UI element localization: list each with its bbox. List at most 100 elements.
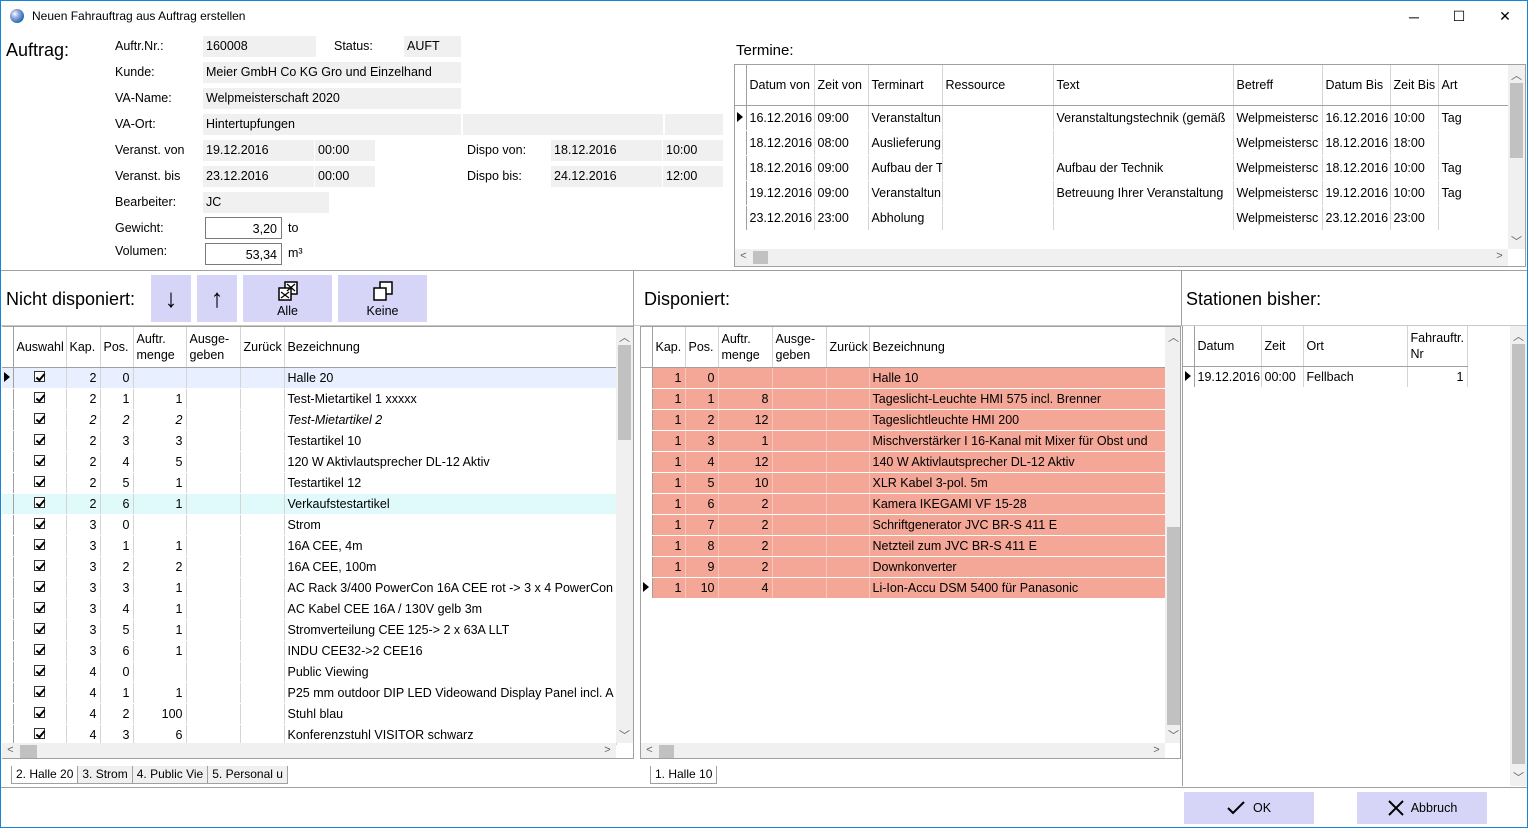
dispo-table-row[interactable]: 1 6 2 Kamera IKEGAMI VF 15-28: [641, 493, 1166, 515]
ok-button[interactable]: OK: [1184, 792, 1314, 824]
termine-vscrollbar[interactable]: ︿ ﹀: [1508, 65, 1525, 249]
move-up-button[interactable]: ↑: [197, 275, 237, 322]
dispo-table-row[interactable]: 1 7 2 Schriftgenerator JVC BR-S 411 E: [641, 514, 1166, 536]
dispo-table-row[interactable]: 1 9 2 Downkonverter: [641, 556, 1166, 578]
nicht-table-row[interactable]: 4 2 100 Stuhl blau: [2, 703, 617, 725]
auswahl-checkbox[interactable]: [13, 514, 67, 536]
termine-col-zeit-bis[interactable]: Zeit Bis: [1390, 65, 1439, 106]
checkbox-checked-icon[interactable]: [34, 685, 45, 697]
auswahl-checkbox[interactable]: [13, 724, 67, 746]
close-button[interactable]: ✕: [1482, 1, 1528, 32]
termine-col-terminart[interactable]: Terminart: [868, 65, 943, 106]
auswahl-checkbox[interactable]: [13, 640, 67, 662]
auswahl-checkbox[interactable]: [13, 682, 67, 704]
auswahl-checkbox[interactable]: [13, 472, 67, 494]
dispo-table-row[interactable]: 1 3 1 Mischverstärker I 16-Kanal mit Mixer …: [641, 430, 1166, 452]
checkbox-checked-icon[interactable]: [34, 706, 45, 718]
checkbox-checked-icon[interactable]: [34, 475, 45, 487]
checkbox-checked-icon[interactable]: [34, 601, 45, 613]
auswahl-checkbox[interactable]: [13, 661, 67, 683]
checkbox-checked-icon[interactable]: [34, 559, 45, 571]
scroll-left-icon[interactable]: <: [641, 744, 658, 756]
dispo-col-menge[interactable]: Auftr. menge: [718, 327, 773, 368]
dispo-col-zurueck[interactable]: Zurück: [826, 327, 870, 368]
checkbox-checked-icon[interactable]: [34, 391, 45, 403]
maximize-button[interactable]: ☐: [1436, 1, 1482, 32]
nicht-table-row[interactable]: 3 4 1 AC Kabel CEE 16A / 130V gelb 3m: [2, 598, 617, 620]
dispo-table-row[interactable]: 1 4 12 140 W Aktivlautsprecher DL-12 Aktiv: [641, 451, 1166, 473]
nicht-table-row[interactable]: 3 1 1 16A CEE, 4m: [2, 535, 617, 557]
dispo-col-ausgegeben[interactable]: Ausge- geben: [772, 327, 827, 368]
nicht-col-ausgegeben[interactable]: Ausge- geben: [186, 327, 241, 368]
scroll-up-icon[interactable]: ︿: [616, 329, 633, 345]
termine-row[interactable]: 18.12.2016 09:00 Aufbau der T Aufbau der Te…: [735, 155, 1511, 181]
tab-personal[interactable]: 5. Personal u: [207, 766, 288, 784]
termine-row[interactable]: 18.12.2016 08:00 Auslieferung Welpmeistersc…: [735, 130, 1511, 156]
scroll-left-icon[interactable]: <: [735, 250, 752, 262]
scroll-thumb[interactable]: [1510, 83, 1523, 158]
dispo-col-bezeichnung[interactable]: Bezeichnung: [869, 327, 1166, 368]
dispo-table-row[interactable]: 1 2 12 Tageslichtleuchte HMI 200: [641, 409, 1166, 431]
auswahl-checkbox[interactable]: [13, 556, 67, 578]
dispo-table-row[interactable]: 1 5 10 XLR Kabel 3-pol. 5m: [641, 472, 1166, 494]
dispo-table-row[interactable]: 1 1 8 Tageslicht-Leuchte HMI 575 incl. Bren…: [641, 388, 1166, 410]
scroll-down-icon[interactable]: ﹀: [1508, 233, 1525, 249]
auswahl-checkbox[interactable]: [13, 388, 67, 410]
cancel-button[interactable]: Abbruch: [1357, 792, 1487, 824]
termine-col-datum-von[interactable]: Datum von: [746, 65, 815, 106]
stationen-col-nr[interactable]: Fahrauftr. Nr: [1407, 326, 1468, 367]
nicht-table-row[interactable]: 2 5 1 Testartikel 12: [2, 472, 617, 494]
auswahl-checkbox[interactable]: [13, 409, 67, 431]
move-down-button[interactable]: ↓: [151, 275, 191, 322]
checkbox-checked-icon[interactable]: [34, 727, 45, 739]
dispo-col-kap[interactable]: Kap.: [652, 327, 686, 368]
termine-col-text[interactable]: Text: [1053, 65, 1234, 106]
scroll-up-icon[interactable]: ︿: [1510, 328, 1527, 344]
dispo-table-row[interactable]: 1 0 Halle 10: [641, 367, 1166, 389]
stationen-col-datum[interactable]: Datum: [1194, 326, 1262, 367]
termine-row[interactable]: 16.12.2016 09:00 Veranstaltun Veranstaltung…: [735, 105, 1511, 131]
nicht-table-row[interactable]: 3 3 1 AC Rack 3/400 PowerCon 16A CEE rot ->…: [2, 577, 617, 599]
scroll-left-icon[interactable]: <: [2, 744, 19, 756]
auswahl-checkbox[interactable]: [13, 703, 67, 725]
nicht-table-row[interactable]: 3 0 Strom: [2, 514, 617, 536]
gewicht-input[interactable]: 3,20: [205, 217, 282, 239]
checkbox-checked-icon[interactable]: [34, 370, 45, 382]
nicht-table-row[interactable]: 2 6 1 Verkaufstestartikel: [2, 493, 617, 515]
auswahl-checkbox[interactable]: [13, 493, 67, 515]
dispo-hscrollbar[interactable]: < >: [641, 743, 1165, 758]
checkbox-checked-icon[interactable]: [34, 664, 45, 676]
stationen-col-zeit[interactable]: Zeit: [1261, 326, 1304, 367]
nicht-hscrollbar[interactable]: < >: [2, 743, 616, 758]
termine-col-art[interactable]: Art: [1438, 65, 1511, 106]
stationen-row[interactable]: 19.12.2016 00:00 Fellbach 1: [1183, 366, 1468, 388]
scroll-up-icon[interactable]: ︿: [1165, 329, 1180, 345]
volumen-input[interactable]: 53,34: [205, 243, 282, 265]
scroll-up-icon[interactable]: ︿: [1508, 67, 1525, 83]
tab-strom[interactable]: 3. Strom: [77, 766, 133, 784]
checkbox-checked-icon[interactable]: [34, 622, 45, 634]
scroll-down-icon[interactable]: ﹀: [1510, 769, 1527, 785]
nicht-col-auswahl[interactable]: Auswahl: [13, 327, 67, 368]
nicht-table-row[interactable]: 3 5 1 Stromverteilung CEE 125-> 2 x 63A LLT: [2, 619, 617, 641]
select-none-button[interactable]: Keine: [338, 275, 427, 322]
auswahl-checkbox[interactable]: [13, 451, 67, 473]
stationen-vscrollbar[interactable]: ︿ ﹀: [1510, 326, 1527, 786]
nicht-table-row[interactable]: 3 6 1 INDU CEE32->2 CEE16: [2, 640, 617, 662]
dispo-table-row[interactable]: 1 10 4 Li-Ion-Accu DSM 5400 für Panasonic: [641, 577, 1166, 599]
termine-row[interactable]: 23.12.2016 23:00 Abholung Welpmeistersc 23.1…: [735, 205, 1511, 231]
termine-col-ressource[interactable]: Ressource: [942, 65, 1054, 106]
dispo-vscrollbar[interactable]: ︿ ﹀: [1165, 327, 1180, 743]
scroll-right-icon[interactable]: >: [1491, 250, 1508, 262]
termine-col-datum-bis[interactable]: Datum Bis: [1322, 65, 1391, 106]
tab-halle-20[interactable]: 2. Halle 20: [11, 766, 79, 784]
nicht-table-row[interactable]: 2 4 5 120 W Aktivlautsprecher DL-12 Aktiv: [2, 451, 617, 473]
nicht-table-row[interactable]: 4 1 1 P25 mm outdoor DIP LED Videowand Disp…: [2, 682, 617, 704]
tab-public-viewing[interactable]: 4. Public Vie: [131, 766, 209, 784]
nicht-col-bezeichnung[interactable]: Bezeichnung: [284, 327, 617, 368]
auswahl-checkbox[interactable]: [13, 619, 67, 641]
auswahl-checkbox[interactable]: [13, 535, 67, 557]
checkbox-checked-icon[interactable]: [34, 517, 45, 529]
nicht-col-menge[interactable]: Auftr. menge: [133, 327, 187, 368]
scroll-thumb[interactable]: [1512, 344, 1525, 764]
